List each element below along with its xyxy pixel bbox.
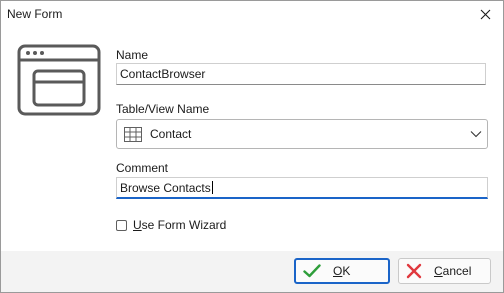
ok-button-label: OK bbox=[333, 264, 351, 278]
use-form-wizard-option[interactable]: Use Form Wizard bbox=[116, 217, 226, 233]
comment-field-value: Browse Contacts bbox=[120, 181, 211, 195]
dialog-content: Name ContactBrowser Table/View Name Cont… bbox=[1, 27, 503, 251]
name-field[interactable]: ContactBrowser bbox=[116, 63, 486, 85]
close-icon bbox=[480, 9, 490, 19]
cancel-button-label: Cancel bbox=[434, 264, 472, 278]
title-bar: New Form bbox=[1, 1, 503, 27]
comment-field[interactable]: Browse Contacts bbox=[116, 177, 488, 199]
table-view-selected-value: Contact bbox=[150, 127, 192, 141]
comment-label: Comment bbox=[116, 161, 169, 175]
table-grid-icon bbox=[124, 127, 142, 142]
window-title: New Form bbox=[7, 7, 63, 21]
text-caret bbox=[211, 181, 213, 194]
name-field-value: ContactBrowser bbox=[120, 67, 206, 81]
new-form-dialog: New Form Name ContactBrowser Table/View … bbox=[0, 0, 504, 293]
form-window-icon bbox=[17, 44, 101, 116]
checkmark-icon bbox=[303, 264, 321, 278]
name-label: Name bbox=[116, 48, 149, 62]
use-form-wizard-label: Use Form Wizard bbox=[133, 218, 227, 232]
table-view-name-label: Table/View Name bbox=[116, 102, 210, 116]
cancel-x-icon bbox=[406, 263, 422, 279]
dialog-footer: OK Cancel bbox=[1, 251, 503, 292]
close-button[interactable] bbox=[473, 4, 497, 24]
chevron-down-icon bbox=[470, 131, 482, 138]
use-form-wizard-checkbox[interactable] bbox=[116, 219, 127, 231]
table-view-select[interactable]: Contact bbox=[116, 119, 488, 149]
ok-button[interactable]: OK bbox=[294, 258, 390, 284]
cancel-button[interactable]: Cancel bbox=[398, 258, 491, 284]
